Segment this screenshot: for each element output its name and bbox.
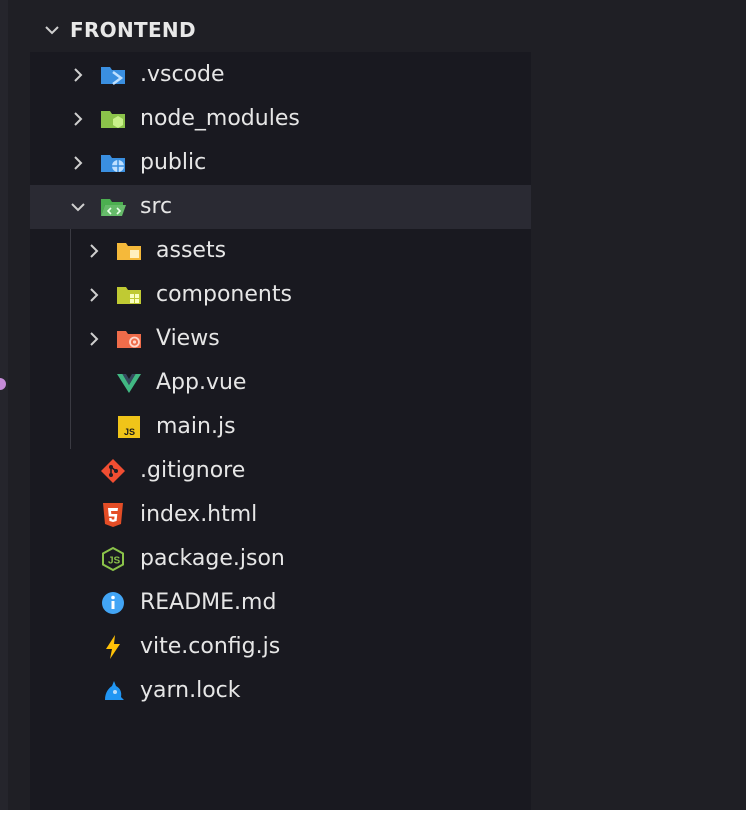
vscode-folder-icon <box>99 61 127 89</box>
tree-item-main-js[interactable]: JS main.js <box>30 405 531 449</box>
html5-icon <box>99 501 127 529</box>
tree-item-label: package.json <box>140 546 285 571</box>
tree-item-label: Views <box>156 326 220 351</box>
tree-item-readme[interactable]: README.md <box>30 581 531 625</box>
tree-item-label: README.md <box>140 590 277 615</box>
tree-item-label: src <box>140 194 173 219</box>
public-folder-icon <box>99 149 127 177</box>
window-bottom-edge <box>0 810 746 823</box>
yarn-icon <box>99 677 127 705</box>
tree-item-node-modules[interactable]: node_modules <box>30 97 531 141</box>
chevron-down-icon <box>42 20 62 40</box>
tree-item-src[interactable]: src <box>30 185 531 229</box>
tree-item-label: node_modules <box>140 106 300 131</box>
chevron-down-icon <box>68 197 88 217</box>
chevron-right-icon <box>68 109 88 129</box>
tree-item-yarn-lock[interactable]: yarn.lock <box>30 669 531 713</box>
tree-item-label: index.html <box>140 502 258 527</box>
vue-icon <box>115 369 143 397</box>
chevron-right-icon <box>68 153 88 173</box>
file-explorer: FRONTEND .vscode node_modules public src… <box>8 0 746 810</box>
tree-item-label: vite.config.js <box>140 634 281 659</box>
tree-item-label: yarn.lock <box>140 678 241 703</box>
git-icon <box>99 457 127 485</box>
src-folder-open-icon <box>99 193 127 221</box>
tree-item-label: components <box>156 282 292 307</box>
tree-item-label: assets <box>156 238 227 263</box>
javascript-icon: JS <box>115 413 143 441</box>
info-icon <box>99 589 127 617</box>
tree-item-views[interactable]: Views <box>30 317 531 361</box>
chevron-right-icon <box>84 285 104 305</box>
chevron-right-icon <box>84 241 104 261</box>
chevron-right-icon <box>68 65 88 85</box>
chevron-right-icon <box>84 329 104 349</box>
window-edge <box>0 0 8 823</box>
components-folder-icon <box>115 281 143 309</box>
tree-item-label: main.js <box>156 414 236 439</box>
tree-item-vscode[interactable]: .vscode <box>30 53 531 97</box>
assets-folder-icon <box>115 237 143 265</box>
tree-item-components[interactable]: components <box>30 273 531 317</box>
svg-text:JS: JS <box>108 556 121 567</box>
explorer-section-header[interactable]: FRONTEND <box>8 8 746 52</box>
tree-item-public[interactable]: public <box>30 141 531 185</box>
tree-item-label: .vscode <box>140 62 225 87</box>
tree-item-index-html[interactable]: index.html <box>30 493 531 537</box>
nodejs-icon: JS <box>99 545 127 573</box>
tree-item-assets[interactable]: assets <box>30 229 531 273</box>
node-folder-icon <box>99 105 127 133</box>
tree-item-vite-config[interactable]: vite.config.js <box>30 625 531 669</box>
tree-item-gitignore[interactable]: .gitignore <box>30 449 531 493</box>
tree-item-package-json[interactable]: JS package.json <box>30 537 531 581</box>
tree-item-label: App.vue <box>156 370 247 395</box>
tree-item-label: .gitignore <box>140 458 246 483</box>
tree-item-app-vue[interactable]: App.vue <box>30 361 531 405</box>
views-folder-icon <box>115 325 143 353</box>
tree-item-label: public <box>140 150 207 175</box>
explorer-title: FRONTEND <box>70 18 196 42</box>
svg-text:JS: JS <box>124 427 135 437</box>
vite-icon <box>99 633 127 661</box>
